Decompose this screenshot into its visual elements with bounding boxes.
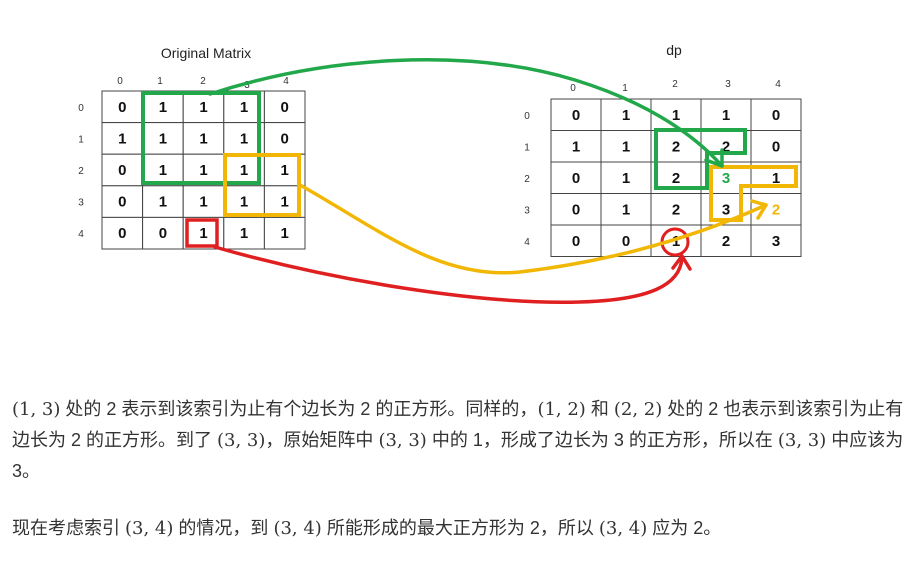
original-cell-value: 0 xyxy=(118,194,126,211)
math-expression: (2, 2) xyxy=(613,399,663,420)
original-row-index: 3 xyxy=(78,198,84,209)
original-cell-value: 1 xyxy=(199,194,207,211)
original-cell-value: 1 xyxy=(281,194,289,211)
original-cell-value: 1 xyxy=(199,99,207,116)
text-segment: 的情况，到 xyxy=(173,518,274,538)
dp-cell-value: 3 xyxy=(722,201,730,218)
dp-cell-value: 1 xyxy=(572,138,580,155)
dp-cell-value: 1 xyxy=(622,138,630,155)
math-expression: (1, 2) xyxy=(537,399,586,420)
dp-cell-value: 2 xyxy=(672,138,680,155)
dp-col-index: 3 xyxy=(725,79,731,90)
original-row-index: 0 xyxy=(78,103,84,114)
original-cell-value: 0 xyxy=(281,99,289,116)
dp-cell-value: 1 xyxy=(622,201,630,218)
dp-col-index: 4 xyxy=(775,79,781,90)
dp-cell-value: 1 xyxy=(622,170,630,187)
original-cell-value: 1 xyxy=(240,225,248,242)
text-segment: 和 xyxy=(585,399,614,419)
dp-cell-value: 2 xyxy=(672,170,680,187)
original-row-index: 4 xyxy=(78,229,84,240)
dp-row-index: 0 xyxy=(524,111,530,122)
original-col-index: 0 xyxy=(117,76,123,87)
dp-row-index: 2 xyxy=(524,174,530,185)
explanation-paragraph-2: 现在考虑索引 (3, 4) 的情况，到 (3, 4) 所能形成的最大正方形为 2… xyxy=(12,513,904,544)
original-matrix-grid: 0 1 2 3 4012340 1 1 1 01 1 1 1 00 1 1 1 10 1 1 1 10 0 1 1 1 xyxy=(78,76,306,250)
original-col-index: 2 xyxy=(200,76,206,87)
original-row-index: 2 xyxy=(78,166,84,177)
dp-cell-value: 0 xyxy=(772,138,780,155)
dp-col-index: 2 xyxy=(672,79,678,90)
original-cell-value: 1 xyxy=(240,162,248,179)
text-segment: 应为 2。 xyxy=(647,518,722,538)
dp-cell-value: 0 xyxy=(622,233,630,250)
math-expression: (3, 4) xyxy=(273,518,322,539)
dp-cell-value: 0 xyxy=(572,201,580,218)
original-cell-value: 0 xyxy=(159,225,167,242)
original-cell-value: 1 xyxy=(159,130,167,147)
math-expression: (3, 3) xyxy=(217,430,266,451)
original-cell-value: 0 xyxy=(118,225,126,242)
dp-row-index: 1 xyxy=(524,142,530,153)
original-cell-value: 0 xyxy=(118,162,126,179)
dp-cell-value: 0 xyxy=(572,170,580,187)
original-matrix-title: Original Matrix xyxy=(161,45,251,61)
text-segment: 所能形成的最大正方形为 2，所以 xyxy=(321,518,599,538)
dp-cell-value: 3 xyxy=(722,170,730,187)
original-cell-value: 1 xyxy=(281,162,289,179)
original-cell-value: 1 xyxy=(240,130,248,147)
math-expression: (3, 3) xyxy=(777,430,827,451)
original-cell-value: 1 xyxy=(240,99,248,116)
dp-matrix-title: dp xyxy=(666,42,682,58)
math-expression: (3, 4) xyxy=(125,518,174,539)
original-cell-value: 1 xyxy=(159,99,167,116)
dp-diagram: Original Matrix dp 0 1 2 3 4 0 1 2 3 4 0 1 1 1 0 1 1 1 1 0 0… xyxy=(78,42,802,304)
dp-cell-value: 2 xyxy=(722,233,730,250)
original-cell-value: 0 xyxy=(118,99,126,116)
original-cell-value: 0 xyxy=(281,130,289,147)
text-segment: ，原始矩阵中 xyxy=(265,430,379,450)
dp-row-index: 4 xyxy=(524,237,530,248)
math-expression: (3, 4) xyxy=(598,518,648,539)
dp-cell-value: 0 xyxy=(572,233,580,250)
text-segment: 中的 1，形成了边长为 3 的正方形，所以在 xyxy=(426,430,778,450)
original-row-index: 1 xyxy=(78,134,84,145)
math-expression: (1, 3) xyxy=(12,399,61,420)
original-col-index: 1 xyxy=(157,76,163,87)
original-col-index: 4 xyxy=(283,76,289,87)
math-expression: (3, 3) xyxy=(378,430,427,451)
original-cell-value: 1 xyxy=(281,225,289,242)
dp-col-index: 0 xyxy=(570,83,576,94)
dp-cell-value: 2 xyxy=(672,201,680,218)
original-cell-value: 1 xyxy=(240,194,248,211)
dp-cell-value: 0 xyxy=(572,107,580,124)
original-cell-value: 1 xyxy=(159,162,167,179)
dp-cell-value: 1 xyxy=(622,107,630,124)
original-cell-value: 1 xyxy=(159,194,167,211)
dp-cell-value: 2 xyxy=(772,201,780,218)
dp-col-index: 1 xyxy=(622,83,628,94)
original-cell-value: 1 xyxy=(199,225,207,242)
text-segment: 处的 2 表示到该索引为止有个边长为 2 的正方形。同样的， xyxy=(60,399,538,419)
original-cell-value: 1 xyxy=(199,130,207,147)
dp-row-index: 3 xyxy=(524,205,530,216)
dp-cell-value: 1 xyxy=(722,107,730,124)
text-segment: 现在考虑索引 xyxy=(12,518,126,538)
original-cell-value: 1 xyxy=(118,130,126,147)
dp-cell-value: 0 xyxy=(772,107,780,124)
dp-cell-value: 3 xyxy=(772,233,780,250)
original-cell-value: 1 xyxy=(199,162,207,179)
dp-cell-value: 1 xyxy=(672,107,680,124)
explanation-paragraph-1: (1, 3) 处的 2 表示到该索引为止有个边长为 2 的正方形。同样的，(1,… xyxy=(12,394,904,486)
